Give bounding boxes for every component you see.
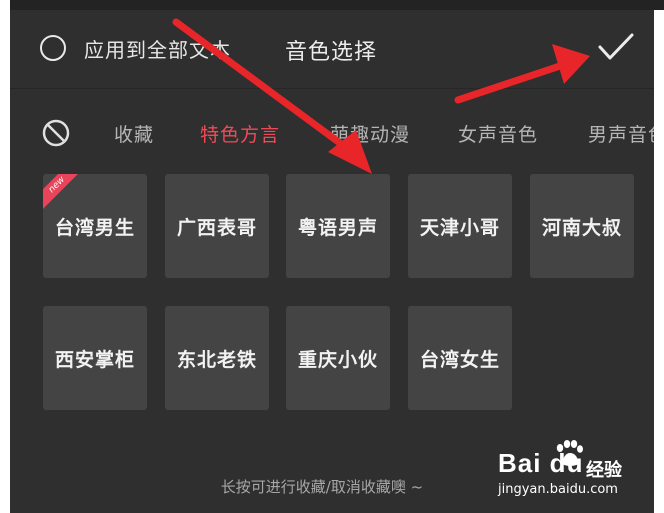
watermark-jingyan: 经验 xyxy=(586,460,622,481)
tab-female-voices[interactable]: 女声音色 xyxy=(458,120,538,147)
watermark-url: jingyan.baidu.com xyxy=(498,482,618,497)
voice-label: 台湾女生 xyxy=(419,348,500,371)
baidu-jingyan-watermark: Bai du 经验 jingyan.baidu.com xyxy=(498,440,648,500)
hint-label: 长按可进行收藏/取消收藏噢 ~ xyxy=(220,478,424,496)
voice-card-tianjin[interactable]: 天津小哥 xyxy=(408,174,512,278)
panel-header: 应用到全部文本 音色选择 xyxy=(10,10,654,88)
voice-card-guangxi[interactable]: 广西表哥 xyxy=(165,174,269,278)
radio-circle-icon[interactable] xyxy=(40,35,66,61)
voice-card-cantonese[interactable]: 粤语男声 xyxy=(286,174,390,278)
voice-label: 西安掌柜 xyxy=(54,348,135,371)
voice-card-taiwan-female[interactable]: 台湾女生 xyxy=(408,306,512,410)
voice-label: 河南大叔 xyxy=(541,216,622,239)
watermark-brand: Bai du xyxy=(498,448,584,478)
tab-anime[interactable]: 萌趣动漫 xyxy=(330,120,410,147)
voice-label: 天津小哥 xyxy=(419,216,500,239)
top-bar xyxy=(10,0,664,10)
voice-card-taiwan-male[interactable]: new 台湾男生 xyxy=(43,174,147,278)
no-voice-icon[interactable] xyxy=(42,119,70,147)
new-badge: new xyxy=(43,174,88,216)
tab-dialects[interactable]: 特色方言 xyxy=(200,120,280,147)
voice-card-dongbei[interactable]: 东北老铁 xyxy=(165,306,269,410)
checkmark-icon[interactable] xyxy=(598,32,634,62)
tab-male-voices[interactable]: 男声音色 xyxy=(588,120,654,147)
header-divider xyxy=(10,88,654,89)
confirm-button[interactable] xyxy=(598,32,634,62)
voice-card-henan[interactable]: 河南大叔 xyxy=(530,174,634,278)
tab-favorites[interactable]: 收藏 xyxy=(114,120,154,147)
voice-card-chongqing[interactable]: 重庆小伙 xyxy=(286,306,390,410)
voice-selection-panel: 应用到全部文本 音色选择 收藏 特色方言 萌趣动漫 女声音色 男声音色 new … xyxy=(10,10,654,513)
page-title: 音色选择 xyxy=(285,40,378,65)
voice-label: 粤语男声 xyxy=(297,216,378,239)
voice-label: 台湾男生 xyxy=(54,216,135,239)
voice-label: 东北老铁 xyxy=(176,348,257,371)
voice-card-xian[interactable]: 西安掌柜 xyxy=(43,306,147,410)
voice-label: 广西表哥 xyxy=(176,216,257,239)
apply-to-all-toggle[interactable]: 应用到全部文本 xyxy=(40,34,231,62)
voice-label: 重庆小伙 xyxy=(297,348,378,371)
category-tabs: 收藏 特色方言 萌趣动漫 女声音色 男声音色 xyxy=(10,110,654,154)
apply-to-all-label: 应用到全部文本 xyxy=(84,37,231,62)
